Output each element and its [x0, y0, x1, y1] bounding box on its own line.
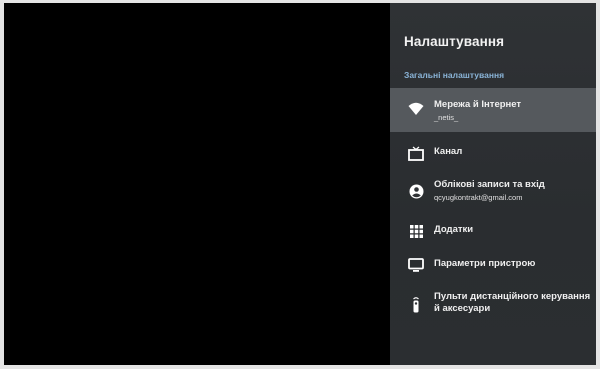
menu-item-label: Облікові записи та вхід — [434, 179, 545, 190]
menu-item-label: Канал — [434, 146, 463, 157]
remote-icon — [408, 296, 424, 312]
menu-item-label: Мережа й Інтернет — [434, 99, 522, 110]
menu-item-remotes-accessories[interactable]: Пульти дистанційного керування й аксесуа… — [390, 285, 596, 325]
menu-item-subtitle: _netis_ — [434, 113, 459, 122]
tv-frame: Налаштування Загальні налаштування Мереж… — [0, 0, 600, 369]
panel-title: Налаштування — [404, 34, 505, 49]
menu-item-network[interactable]: Мережа й Інтернет _netis_ — [390, 88, 596, 132]
background-content-area — [4, 3, 390, 365]
monitor-icon — [408, 257, 424, 273]
menu-item-subtitle: qcyugkontrakt@gmail.com — [434, 193, 523, 202]
menu-item-label: Параметри пристрою — [434, 258, 536, 269]
wifi-icon — [408, 101, 424, 117]
menu-item-accounts[interactable]: Облікові записи та вхід qcyugkontrakt@gm… — [390, 171, 596, 211]
apps-grid-icon — [408, 223, 424, 239]
settings-panel: Налаштування Загальні налаштування Мереж… — [390, 3, 596, 365]
tv-icon — [408, 145, 424, 161]
menu-item-device-preferences[interactable]: Параметри пристрою — [390, 249, 596, 281]
menu-item-label: Додатки — [434, 224, 474, 235]
menu-item-apps[interactable]: Додатки — [390, 215, 596, 247]
section-label-general: Загальні налаштування — [404, 70, 505, 80]
menu-item-channel[interactable]: Канал — [390, 137, 596, 169]
menu-item-label: Пульти дистанційного керування й аксесуа… — [434, 291, 591, 314]
tv-screen: Налаштування Загальні налаштування Мереж… — [4, 3, 596, 365]
account-icon — [408, 183, 424, 199]
